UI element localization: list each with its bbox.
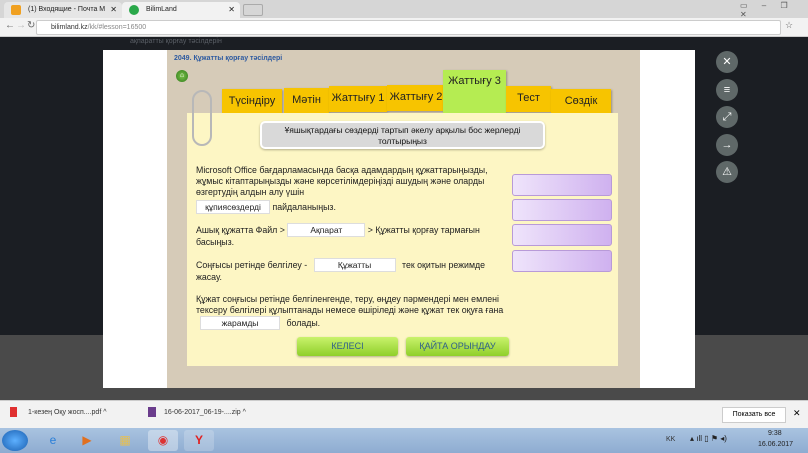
tab-tusindiru[interactable]: Түсіндіру <box>222 89 282 115</box>
paragraph-1: Microsoft Office бағдарламасында басқа а… <box>196 165 508 214</box>
warning-icon[interactable]: ⚠ <box>716 161 738 183</box>
download-item[interactable]: 1-кезең Оқу жосп....pdf ^ <box>28 409 107 416</box>
retry-button[interactable]: ҚАЙТА ОРЫНДАУ <box>406 337 509 356</box>
tab-zhattygu-1[interactable]: Жаттығу 1 <box>329 86 387 112</box>
chrome-icon[interactable]: ◉ <box>148 430 178 451</box>
reload-icon[interactable]: ↻ <box>27 20 35 31</box>
home-icon[interactable]: ⌂ <box>176 70 188 82</box>
expand-icon[interactable]: ⤢ <box>716 106 738 128</box>
clock-time[interactable]: 9:38 <box>768 430 782 437</box>
paperclip-icon <box>192 90 212 146</box>
yandex-icon[interactable]: Y <box>184 430 214 451</box>
star-icon[interactable]: ☆ <box>785 20 793 31</box>
download-name: 1-кезең Оқу жосп....pdf <box>28 409 102 416</box>
drop-target[interactable] <box>512 250 612 272</box>
tray-icons[interactable]: ▴ ıll ▯ ⚑ ◂) <box>690 434 727 443</box>
back-icon[interactable]: ← <box>5 20 15 31</box>
close-download-bar-icon[interactable]: ✕ <box>793 408 801 419</box>
tab-zhattygu-2[interactable]: Жаттығу 2 <box>387 85 445 111</box>
paragraph-3: Соңғысы ретінде белгілеу - Құжатты тек о… <box>196 258 508 283</box>
tab-bilimland[interactable]: BilimLand ✕ <box>122 2 240 18</box>
drop-target[interactable] <box>512 224 612 246</box>
drop-target[interactable] <box>512 174 612 196</box>
explorer-icon[interactable]: ▦ <box>110 430 140 451</box>
blank-field[interactable]: Құжатты <box>313 258 396 272</box>
close-icon[interactable]: ✕ <box>716 51 738 73</box>
background-text: ақпаратты қорғау тәсілдерін <box>130 38 222 45</box>
url-host: bilimland.kz <box>51 24 88 31</box>
blank-field[interactable]: Ақпарат <box>287 223 366 237</box>
next-button[interactable]: КЕЛЕСІ <box>297 337 398 356</box>
menu-icon[interactable]: ≡ <box>716 79 738 101</box>
clock-date[interactable]: 16.06.2017 <box>758 441 793 448</box>
bilimland-icon <box>129 5 139 15</box>
instruction-box: Ұяшықтардағы сөздерді тартып әкелу арқыл… <box>260 121 545 149</box>
url-path: /kk/#lesson=16500 <box>87 24 147 31</box>
browser-tab-bar: (1) Входящие - Почта М ✕ BilimLand ✕ ▭ – ❐… <box>0 0 808 19</box>
paragraph-text: Құжат соңғысы ретінде белгіленгенде, тер… <box>196 294 504 315</box>
paragraph-text: пайдаланыңыз. <box>272 202 336 212</box>
mail-icon <box>11 5 21 15</box>
blank-field[interactable]: жарамды <box>200 316 280 330</box>
paragraph-text: Ашық құжатта Файл > <box>196 225 285 235</box>
drop-target[interactable] <box>512 199 612 221</box>
paragraph-2: Ашық құжатта Файл > Ақпарат > Құжатты қо… <box>196 223 508 248</box>
taskbar: e ▶ ▦ ◉ Y KK ▴ ıll ▯ ⚑ ◂) 9:38 16.06.201… <box>0 428 808 453</box>
arrow-right-icon[interactable]: → <box>716 134 738 156</box>
forward-icon[interactable]: → <box>16 20 26 31</box>
lesson-title: 2049. Құжатты қорғау тәсілдері <box>174 55 283 62</box>
tab-matin[interactable]: Мәтін <box>284 88 329 114</box>
download-bar: 1-кезең Оқу жосп....pdf ^ 16-06-2017_06-… <box>0 400 808 428</box>
blank-field[interactable]: құпиясөздерді <box>196 200 270 214</box>
tab-mail[interactable]: (1) Входящие - Почта М ✕ <box>4 2 122 18</box>
media-player-icon[interactable]: ▶ <box>72 430 102 451</box>
paragraph-4: Құжат соңғысы ретінде белгіленгенде, тер… <box>196 294 516 330</box>
ie-icon[interactable]: e <box>38 430 68 451</box>
zip-icon <box>148 407 156 417</box>
url-input[interactable]: bilimland.kz/kk/#lesson=16500 <box>36 20 781 35</box>
paragraph-text: Microsoft Office бағдарламасында басқа а… <box>196 165 488 197</box>
download-name: 16-06-2017_06-19-....zip <box>164 409 241 416</box>
new-tab-button[interactable] <box>243 4 263 16</box>
paragraph-text: Соңғысы ретінде белгілеу - <box>196 260 308 270</box>
tab-label: BilimLand <box>146 6 177 13</box>
start-button[interactable] <box>2 430 28 451</box>
window-controls[interactable]: ▭ – ❐ ✕ <box>740 1 808 19</box>
language-indicator[interactable]: KK <box>666 436 675 443</box>
tab-sozdik[interactable]: Сөздік <box>551 89 611 115</box>
tab-label: (1) Входящие - Почта М <box>28 6 106 13</box>
tab-test[interactable]: Тест <box>506 86 551 112</box>
pdf-icon <box>10 407 17 417</box>
close-tab-icon[interactable]: ✕ <box>228 2 235 18</box>
address-bar-row: ← → ↻ bilimland.kz/kk/#lesson=16500 ☆ <box>0 18 808 37</box>
paragraph-text: болады. <box>286 318 321 328</box>
download-item[interactable]: 16-06-2017_06-19-....zip ^ <box>164 409 246 416</box>
show-all-button[interactable]: Показать все <box>722 407 786 423</box>
tab-zhattygu-3[interactable]: Жаттығу 3 <box>443 70 506 113</box>
close-tab-icon[interactable]: ✕ <box>110 2 117 18</box>
